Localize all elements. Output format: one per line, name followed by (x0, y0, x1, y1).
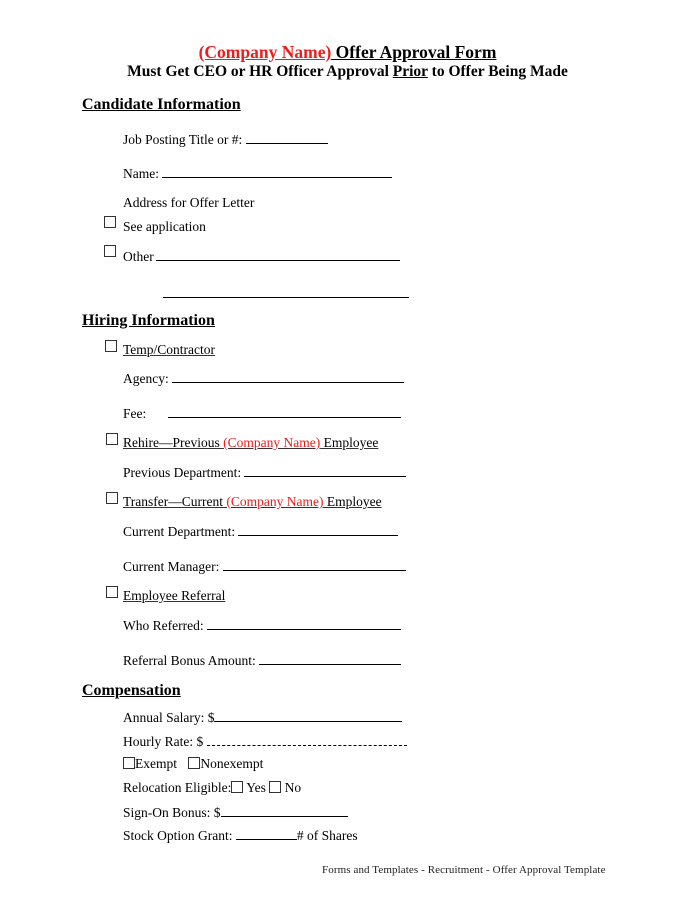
fee-field[interactable] (167, 405, 401, 418)
stock-option-field[interactable] (235, 827, 297, 840)
rehire-checkbox[interactable] (106, 433, 118, 445)
candidate-section-heading: Candidate Information (82, 96, 241, 113)
other-address-field-1[interactable] (155, 248, 400, 261)
sign-on-bonus-label: Sign-On Bonus: $ (123, 805, 221, 820)
employee-referral-label: Employee Referral (123, 588, 226, 603)
sign-on-bonus-field[interactable] (220, 804, 348, 817)
other-address-field-2-wrap (163, 285, 409, 303)
current-manager-label: Current Manager: (123, 559, 220, 574)
nonexempt-label: Nonexempt (200, 756, 264, 771)
exempt-label: Exempt (135, 756, 177, 771)
rehire-label-pre: Rehire—Previous (123, 435, 224, 450)
other-address-row: Other (123, 248, 400, 265)
annual-salary-label: Annual Salary: $ (123, 710, 215, 725)
job-posting-label: Job Posting Title or #: (123, 132, 243, 147)
relocation-row: Relocation Eligible: Yes No (123, 780, 301, 796)
nonexempt-checkbox[interactable] (188, 757, 201, 769)
stock-option-row: Stock Option Grant: # of Shares (123, 827, 358, 844)
agency-label: Agency: (123, 371, 169, 386)
temp-contractor-label: Temp/Contractor (123, 342, 216, 357)
transfer-label-post: Employee (323, 494, 382, 509)
sign-on-bonus-row: Sign-On Bonus: $ (123, 804, 348, 821)
title-text: Offer Approval Form (331, 42, 497, 62)
agency-field[interactable] (172, 370, 405, 383)
transfer-label-pre: Transfer—Current (123, 494, 227, 509)
hiring-section-heading: Hiring Information (82, 312, 215, 329)
compensation-section-heading: Compensation (82, 682, 181, 699)
other-address-checkbox[interactable] (104, 245, 116, 257)
rehire-label: Rehire—Previous (Company Name) Employee (123, 435, 378, 451)
hourly-rate-field[interactable] (206, 733, 407, 746)
current-manager-row: Current Manager: (123, 558, 406, 575)
job-posting-row: Job Posting Title or #: (123, 131, 328, 148)
other-address-label: Other (123, 249, 154, 264)
referral-bonus-label: Referral Bonus Amount: (123, 653, 256, 668)
job-posting-field[interactable] (245, 131, 328, 144)
stock-option-label: Stock Option Grant: (123, 828, 233, 843)
agency-row: Agency: (123, 370, 405, 387)
previous-department-label: Previous Department: (123, 465, 242, 480)
relocation-label: Relocation Eligible: (123, 780, 232, 795)
subtitle-post: to Offer Being Made (427, 63, 568, 80)
hourly-rate-row: Hourly Rate: $ (123, 733, 407, 750)
name-label: Name: (123, 166, 159, 181)
temp-contractor-checkbox[interactable] (105, 340, 117, 352)
other-address-field-2[interactable] (163, 285, 409, 298)
annual-salary-row: Annual Salary: $ (123, 709, 403, 726)
transfer-label: Transfer—Current (Company Name) Employee (123, 494, 382, 510)
exempt-checkbox[interactable] (123, 757, 135, 769)
subtitle-pre: Must Get CEO or HR Officer Approval (127, 63, 393, 80)
see-application-label: See application (123, 219, 206, 234)
name-field[interactable] (162, 165, 393, 178)
annual-salary-field[interactable] (214, 709, 403, 722)
name-row: Name: (123, 165, 393, 182)
previous-department-row: Previous Department: (123, 464, 407, 481)
rehire-label-post: Employee (320, 435, 379, 450)
form-title: (Company Name) Offer Approval Form (0, 42, 695, 63)
current-department-label: Current Department: (123, 524, 236, 539)
current-department-field[interactable] (238, 523, 399, 536)
referral-bonus-field[interactable] (259, 652, 402, 665)
relocation-yes-label: Yes (246, 780, 266, 795)
hourly-rate-label: Hourly Rate: $ (123, 734, 204, 749)
current-department-row: Current Department: (123, 523, 399, 540)
rehire-company-placeholder: (Company Name) (223, 435, 321, 450)
relocation-no-checkbox[interactable] (269, 781, 282, 793)
employee-referral-checkbox[interactable] (106, 586, 118, 598)
fee-row: Fee: (123, 405, 401, 422)
who-referred-row: Who Referred: (123, 617, 401, 634)
current-manager-field[interactable] (222, 558, 406, 571)
address-label: Address for Offer Letter (123, 195, 255, 210)
company-name-placeholder: (Company Name) (198, 42, 332, 62)
transfer-company-placeholder: (Company Name) (226, 494, 324, 509)
exempt-row: Exempt Nonexempt (123, 756, 263, 772)
previous-department-field[interactable] (244, 464, 407, 477)
referral-bonus-row: Referral Bonus Amount: (123, 652, 402, 669)
form-subtitle: Must Get CEO or HR Officer Approval Prio… (0, 63, 695, 81)
subtitle-emphasis: Prior (392, 63, 428, 80)
fee-label: Fee: (123, 406, 147, 421)
relocation-yes-checkbox[interactable] (231, 781, 244, 793)
see-application-checkbox[interactable] (104, 216, 116, 228)
who-referred-field[interactable] (206, 617, 401, 630)
who-referred-label: Who Referred: (123, 618, 204, 633)
relocation-no-label: No (284, 780, 302, 795)
page-footer: Forms and Templates - Recruitment - Offe… (322, 864, 606, 876)
shares-label: # of Shares (296, 828, 358, 843)
transfer-checkbox[interactable] (106, 492, 118, 504)
